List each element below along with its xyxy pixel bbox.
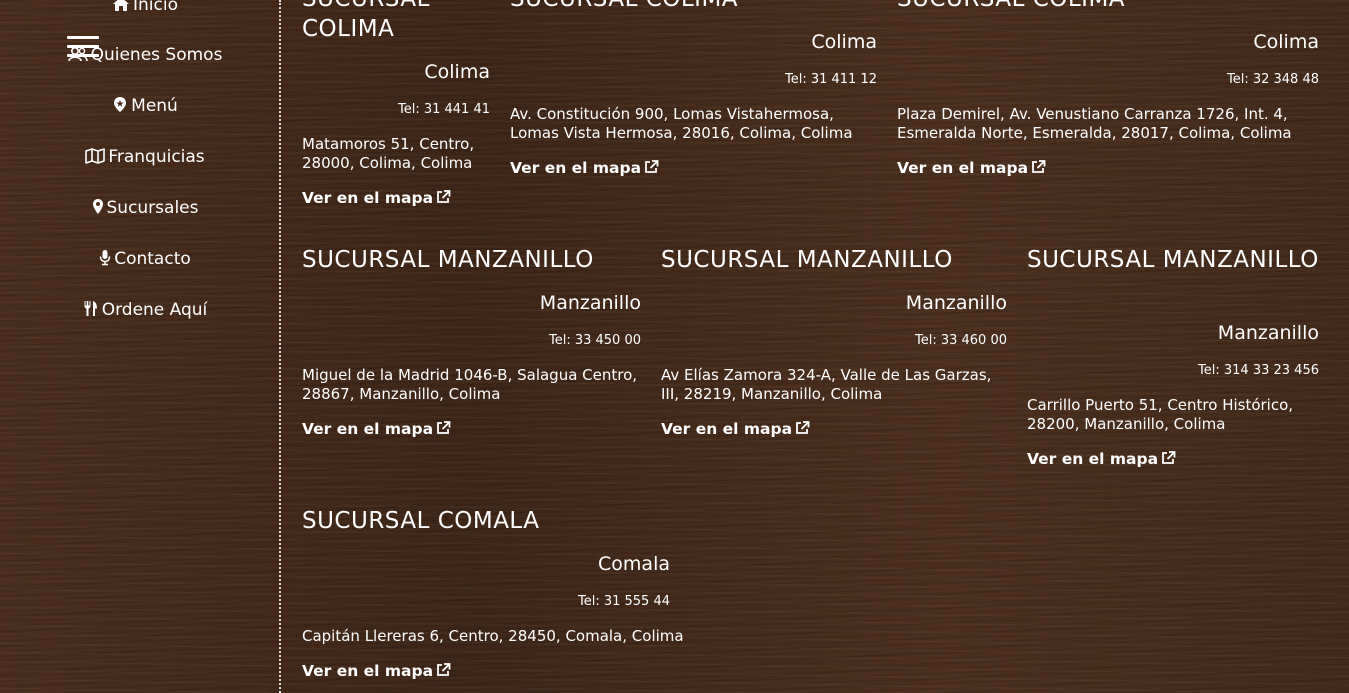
map-link[interactable]: Ver en el mapa <box>510 158 659 178</box>
branch-address: Av Elías Zamora 324-A, Valle de Las Garz… <box>661 366 992 403</box>
branch-title: SUCURSAL MANZANILLO <box>302 247 594 273</box>
branch-card-manzanillo-3: SUCURSAL MANZANILLO Manzanillo Tel: 314 … <box>1027 245 1319 475</box>
external-link-icon <box>796 421 810 434</box>
nav-label: Sucursales <box>106 198 199 218</box>
map-link-label: Ver en el mapa <box>302 662 434 680</box>
map-pin-star-icon <box>114 97 127 112</box>
external-link-icon <box>437 663 451 676</box>
branch-city: Colima <box>424 61 490 83</box>
nav-item-menu[interactable]: Menú <box>0 95 290 117</box>
nav-item-contacto[interactable]: Contacto <box>0 248 290 270</box>
branch-address: Av. Constitución 900, Lomas Vistahermosa… <box>510 105 853 142</box>
external-link-icon <box>1162 451 1176 464</box>
hamburger-bar <box>67 36 99 39</box>
nav-item-sucursales[interactable]: Sucursales <box>0 197 290 219</box>
branch-address: Capitán Llereras 6, Centro, 28450, Comal… <box>302 627 684 645</box>
branch-phone: Tel: 33 450 00 <box>548 333 641 348</box>
external-link-icon <box>437 190 451 203</box>
map-link-label: Ver en el mapa <box>302 420 434 438</box>
branch-card-colima-3: SUCURSAL COLIMA Colima Tel: 32 348 48 Pl… <box>897 0 1319 185</box>
map-link-label: Ver en el mapa <box>510 159 642 177</box>
branch-card-manzanillo-1: SUCURSAL MANZANILLO Manzanillo Tel: 33 4… <box>302 245 641 445</box>
nav-item-franquicias[interactable]: Franquicias <box>0 146 290 168</box>
branch-city: Manzanillo <box>539 292 641 314</box>
branch-card-colima-2: SUCURSAL COLIMA Colima Tel: 31 411 12 Av… <box>510 0 877 185</box>
map-link[interactable]: Ver en el mapa <box>1027 449 1176 469</box>
nav-label: Contacto <box>114 249 191 269</box>
branch-city: Comala <box>598 553 670 575</box>
map-icon <box>85 148 106 164</box>
nav-label: Quienes Somos <box>90 45 223 65</box>
map-marker-icon <box>92 199 103 214</box>
map-link-label: Ver en el mapa <box>1027 450 1159 468</box>
map-link[interactable]: Ver en el mapa <box>302 419 451 439</box>
nav-label: Franquicias <box>108 147 205 167</box>
nav-label: Menú <box>131 96 178 116</box>
home-icon <box>113 0 129 11</box>
branch-title: SUCURSAL COLIMA <box>510 0 738 14</box>
map-link-label: Ver en el mapa <box>302 189 434 207</box>
branch-address: Matamoros 51, Centro, 28000, Colima, Col… <box>302 135 475 172</box>
map-link[interactable]: Ver en el mapa <box>302 188 451 208</box>
branch-phone: Tel: 31 411 12 <box>784 72 877 87</box>
branch-phone: Tel: 31 555 44 <box>577 594 670 609</box>
map-link-label: Ver en el mapa <box>897 159 1029 177</box>
nav-item-ordene-aqui[interactable]: Ordene Aquí <box>0 299 290 321</box>
branch-city: Manzanillo <box>1217 322 1319 344</box>
branch-title: SUCURSAL MANZANILLO <box>661 247 953 273</box>
map-link[interactable]: Ver en el mapa <box>897 158 1046 178</box>
map-link[interactable]: Ver en el mapa <box>302 661 451 681</box>
map-link[interactable]: Ver en el mapa <box>661 419 810 439</box>
branch-phone: Tel: 31 441 41 <box>397 102 490 117</box>
nav-item-inicio[interactable]: Inicio <box>0 0 290 16</box>
external-link-icon <box>645 160 659 173</box>
branch-phone: Tel: 314 33 23 456 <box>1198 363 1319 378</box>
map-link-label: Ver en el mapa <box>661 420 793 438</box>
branch-title: SUCURSAL COLIMA <box>302 0 429 42</box>
users-icon <box>67 46 88 62</box>
branch-phone: Tel: 32 348 48 <box>1226 72 1319 87</box>
utensils-icon <box>84 301 97 316</box>
external-link-icon <box>437 421 451 434</box>
external-link-icon <box>1032 160 1046 173</box>
nav-label: Inicio <box>133 0 178 15</box>
branch-city: Colima <box>811 31 877 53</box>
branch-title: SUCURSAL COMALA <box>302 508 540 534</box>
branch-title: SUCURSAL MANZANILLO <box>1027 247 1319 273</box>
branch-city: Colima <box>1253 31 1319 53</box>
branch-address: Plaza Demirel, Av. Venustiano Carranza 1… <box>897 105 1292 142</box>
branch-address: Carrillo Puerto 51, Centro Histórico, 28… <box>1027 396 1294 433</box>
microphone-icon <box>99 250 111 266</box>
nav-item-quienes-somos[interactable]: Quienes Somos <box>0 44 290 66</box>
branch-title: SUCURSAL COLIMA <box>897 0 1125 14</box>
sidebar-nav: Inicio Quienes Somos Menú Franquicias Su… <box>0 0 281 693</box>
branch-card-colima-1: SUCURSAL COLIMA Colima Tel: 31 441 41 Ma… <box>302 0 490 215</box>
branch-city: Manzanillo <box>905 292 1007 314</box>
nav-label: Ordene Aquí <box>101 300 208 320</box>
branch-phone: Tel: 33 460 00 <box>914 333 1007 348</box>
branch-card-comala: SUCURSAL COMALA Comala Tel: 31 555 44 Ca… <box>302 506 684 691</box>
branch-card-manzanillo-2: SUCURSAL MANZANILLO Manzanillo Tel: 33 4… <box>661 245 1007 445</box>
branch-address: Miguel de la Madrid 1046-B, Salagua Cent… <box>302 366 638 403</box>
